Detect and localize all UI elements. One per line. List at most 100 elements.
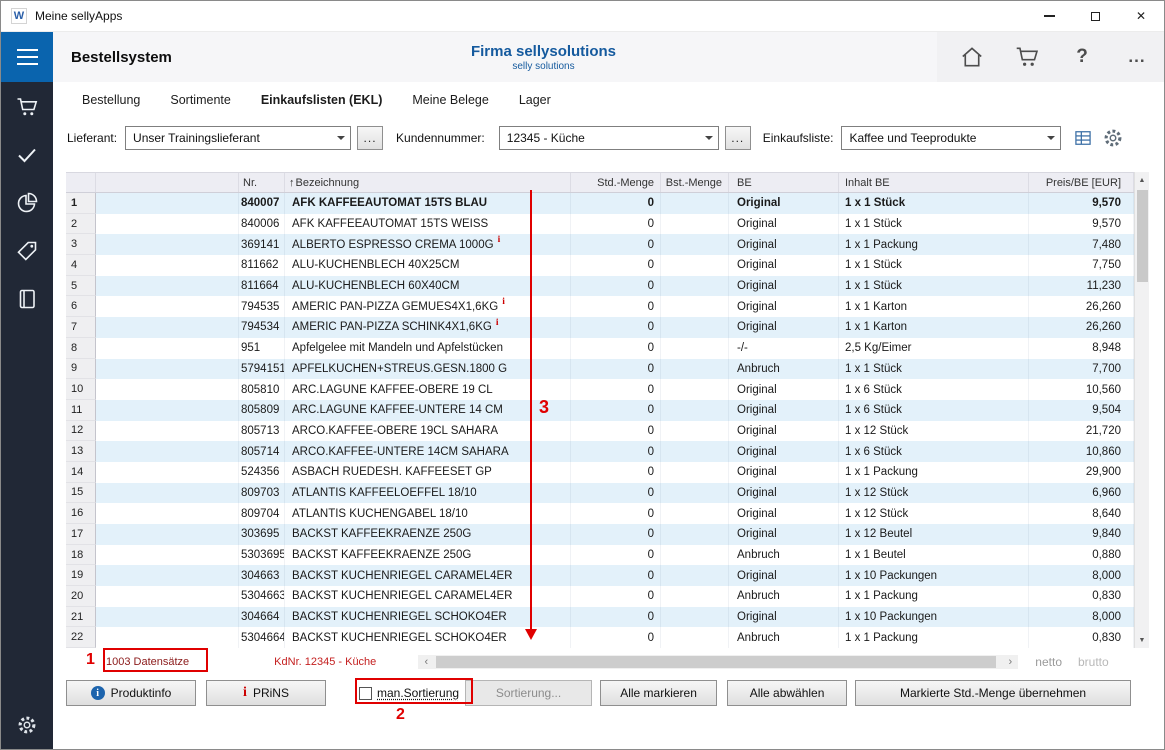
close-button[interactable]: ✕ [1118, 1, 1164, 31]
sortierung-button[interactable]: Sortierung... [465, 680, 592, 706]
table-row[interactable]: 11805809ARC.LAGUNE KAFFEE-UNTERE 14 CM0O… [66, 400, 1134, 421]
settings-button[interactable] [15, 713, 39, 737]
man-sortierung-checkbox-group[interactable]: man.Sortierung [359, 686, 459, 700]
cell-nr: 805713 [239, 421, 285, 442]
cell-be: Original [729, 483, 839, 504]
sidebar-item-catalog[interactable] [15, 287, 39, 311]
cell-preis: 8,948 [1029, 338, 1134, 359]
cell-spacer [96, 462, 239, 483]
cell-inhalt-be: 1 x 12 Beutel [839, 524, 1029, 545]
tab-einkaufslisten-ekl[interactable]: Einkaufslisten (EKL) [261, 93, 383, 107]
horizontal-scroll-thumb[interactable] [436, 656, 996, 668]
std-menge-uebernehmen-button[interactable]: Markierte Std.-Menge übernehmen [855, 680, 1131, 706]
cell-be: Original [729, 400, 839, 421]
table-row[interactable]: 2840006AFK KAFFEEAUTOMAT 15TS WEISS0Orig… [66, 214, 1134, 235]
cell-row-number: 10 [66, 379, 96, 400]
table-row[interactable]: 13805714ARCO.KAFFEE-UNTERE 14CM SAHARA0O… [66, 441, 1134, 462]
header-inhalt-be[interactable]: Inhalt BE [839, 173, 1029, 192]
sidebar-item-statistics[interactable] [15, 191, 39, 215]
horizontal-scrollbar[interactable]: ‹ › [418, 655, 1018, 669]
cell-spacer [96, 317, 239, 338]
brutto-label[interactable]: brutto [1078, 655, 1109, 669]
chevron-down-icon [700, 127, 718, 149]
table-row[interactable]: 225304664BACKST KUCHENRIEGEL SCHOKO4ER0A… [66, 627, 1134, 648]
alle-abwaehlen-button[interactable]: Alle abwählen [727, 680, 847, 706]
scroll-up-button[interactable]: ▲ [1135, 172, 1149, 188]
table-row[interactable]: 14524356ASBACH RUEDESH. KAFFEESET GP0Ori… [66, 462, 1134, 483]
home-button[interactable] [959, 44, 985, 70]
table-row[interactable]: 185303695BACKST KAFFEEKRAENZE 250G0Anbru… [66, 545, 1134, 566]
cell-inhalt-be: 1 x 1 Packung [839, 462, 1029, 483]
header-preis[interactable]: Preis/BE [EUR] [1029, 173, 1134, 192]
tab-lager[interactable]: Lager [519, 93, 551, 107]
tab-bestellung[interactable]: Bestellung [82, 93, 140, 107]
cell-inhalt-be: 1 x 10 Packungen [839, 607, 1029, 628]
cell-row-number: 1 [66, 193, 96, 214]
kundennummer-more-button[interactable]: ... [725, 126, 751, 150]
cart-button[interactable] [1014, 44, 1040, 70]
sidebar-item-prices[interactable] [15, 239, 39, 263]
header-bst-menge[interactable]: Bst.-Menge [661, 173, 729, 192]
cell-nr: 5304663 [239, 586, 285, 607]
produktinfo-button[interactable]: i Produktinfo [66, 680, 196, 706]
table-row[interactable]: 10805810ARC.LAGUNE KAFFEE-OBERE 19 CL0Or… [66, 379, 1134, 400]
info-icon[interactable]: i [498, 235, 501, 245]
minimize-button[interactable] [1026, 1, 1072, 31]
lieferant-more-button[interactable]: ... [357, 126, 383, 150]
table-row[interactable]: 17303695BACKST KAFFEEKRAENZE 250G0Origin… [66, 524, 1134, 545]
cell-bezeichnung: ASBACH RUEDESH. KAFFEESET GP [285, 462, 571, 483]
help-button[interactable]: ? [1069, 44, 1095, 70]
cell-be: Original [729, 441, 839, 462]
sidebar-item-cart[interactable] [15, 95, 39, 119]
netto-label[interactable]: netto [1035, 655, 1062, 669]
info-icon[interactable]: i [502, 297, 505, 307]
table-row[interactable]: 8951Apfelgelee mit Mandeln und Apfelstüc… [66, 338, 1134, 359]
alle-markieren-button[interactable]: Alle markieren [600, 680, 717, 706]
cell-bst-menge [661, 627, 729, 648]
edit-list-button[interactable] [1073, 128, 1093, 148]
man-sortierung-checkbox[interactable] [359, 687, 372, 700]
table-row[interactable]: 6794535AMERIC PAN-PIZZA GEMUES4X1,6KGi0O… [66, 296, 1134, 317]
scroll-down-button[interactable]: ▼ [1135, 632, 1149, 648]
kundennummer-select[interactable]: 12345 - Küche [499, 126, 719, 150]
more-button[interactable]: ... [1124, 44, 1150, 70]
table-row[interactable]: 1840007AFK KAFFEEAUTOMAT 15TS BLAU0Origi… [66, 193, 1134, 214]
vertical-scrollbar[interactable]: ▲ ▼ [1134, 172, 1149, 648]
book-icon [15, 287, 39, 311]
table-row[interactable]: 95794151APFELKUCHEN+STREUS.GESN.1800 G0A… [66, 359, 1134, 380]
tab-meine-belege[interactable]: Meine Belege [412, 93, 488, 107]
table-row[interactable]: 15809703ATLANTIS KAFFEELOEFFEL 18/100Ori… [66, 483, 1134, 504]
vertical-scroll-thumb[interactable] [1137, 190, 1148, 282]
cell-be: Original [729, 421, 839, 442]
table-row[interactable]: 16809704ATLANTIS KUCHENGABEL 18/100Origi… [66, 503, 1134, 524]
header-be[interactable]: BE [729, 173, 839, 192]
maximize-button[interactable] [1072, 1, 1118, 31]
scroll-left-button[interactable]: ‹ [418, 655, 434, 669]
header-bezeichnung[interactable]: ↑Bezeichnung [285, 173, 571, 192]
table-row[interactable]: 205304663BACKST KUCHENRIEGEL CARAMEL4ER0… [66, 586, 1134, 607]
header-std-menge[interactable]: Std.-Menge [571, 173, 661, 192]
cell-preis: 0,830 [1029, 586, 1134, 607]
cell-bezeichnung: BACKST KUCHENRIEGEL SCHOKO4ER [285, 627, 571, 648]
table-row[interactable]: 3369141ALBERTO ESPRESSO CREMA 1000Gi0Ori… [66, 234, 1134, 255]
cell-std-menge: 0 [571, 193, 661, 214]
info-icon[interactable]: i [496, 318, 499, 328]
cell-preis: 9,570 [1029, 214, 1134, 235]
menu-button[interactable] [1, 32, 53, 82]
list-settings-button[interactable] [1102, 127, 1124, 149]
table-row[interactable]: 4811662ALU-KUCHENBLECH 40X25CM0Original1… [66, 255, 1134, 276]
cell-std-menge: 0 [571, 462, 661, 483]
table-row[interactable]: 19304663BACKST KUCHENRIEGEL CARAMEL4ER0O… [66, 565, 1134, 586]
prins-button[interactable]: i PRiNS [206, 680, 326, 706]
tab-sortimente[interactable]: Sortimente [170, 93, 230, 107]
header-nr[interactable]: Nr. [239, 173, 285, 192]
sidebar-item-check[interactable] [15, 143, 39, 167]
table-row[interactable]: 21304664BACKST KUCHENRIEGEL SCHOKO4ER0Or… [66, 607, 1134, 628]
table-row[interactable]: 12805713ARCO.KAFFEE-OBERE 19CL SAHARA0Or… [66, 421, 1134, 442]
app-window: W Meine sellyApps ✕ [0, 0, 1165, 750]
table-row[interactable]: 7794534AMERIC PAN-PIZZA SCHINK4X1,6KGi0O… [66, 317, 1134, 338]
einkaufsliste-select[interactable]: Kaffee und Teeprodukte [841, 126, 1061, 150]
table-row[interactable]: 5811664ALU-KUCHENBLECH 60X40CM0Original1… [66, 276, 1134, 297]
lieferant-select[interactable]: Unser Trainingslieferant [125, 126, 351, 150]
scroll-right-button[interactable]: › [1002, 655, 1018, 669]
